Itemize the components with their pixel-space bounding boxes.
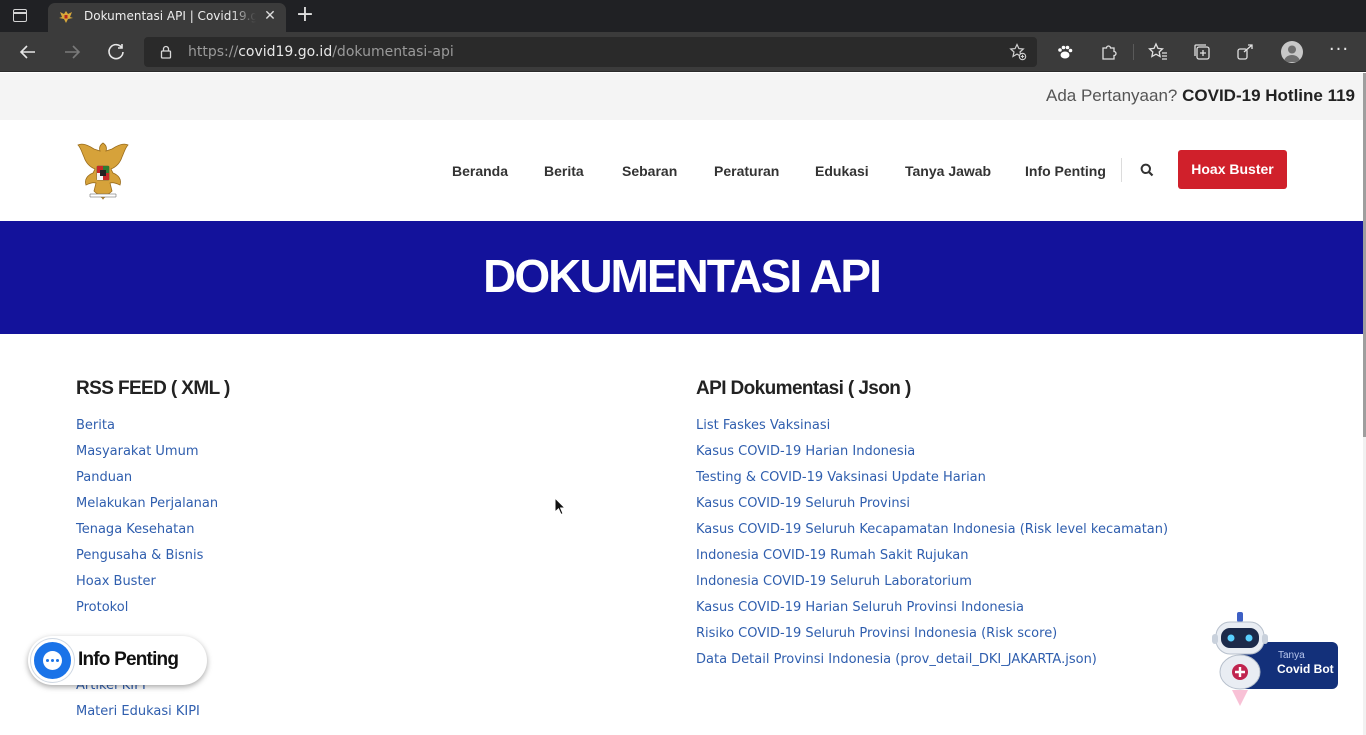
site-header: Beranda Berita Sebaran Peraturan Edukasi… <box>0 120 1363 221</box>
page-title: DOKUMENTASI API <box>483 250 882 302</box>
address-bar[interactable]: https://covid19.go.id/dokumentasi-api <box>144 37 1037 67</box>
profile-icon[interactable] <box>1281 41 1303 63</box>
top-info-bar: Ada Pertanyaan? COVID-19 Hotline 119 <box>0 73 1363 120</box>
favorites-icon[interactable] <box>1148 42 1168 62</box>
tab-title: Dokumentasi API | Covid19.go.id <box>84 9 256 23</box>
rss-link-melakukan-perjalanan[interactable]: Melakukan Perjalanan <box>76 496 230 522</box>
nav-tanya-jawab[interactable]: Tanya Jawab <box>905 163 991 179</box>
rss-link-protokol[interactable]: Protokol <box>76 600 230 626</box>
info-penting-label: Info Penting <box>78 649 179 670</box>
covid-bot-widget[interactable]: Tanya Covid Bot <box>1208 610 1340 714</box>
api-link-kasus-provinsi[interactable]: Kasus COVID-19 Seluruh Provinsi <box>696 496 1168 522</box>
browser-toolbar: https://covid19.go.id/dokumentasi-api ··… <box>0 32 1366 72</box>
rss-link-masyarakat-umum[interactable]: Masyarakat Umum <box>76 444 230 470</box>
api-link-harian-provinsi[interactable]: Kasus COVID-19 Harian Seluruh Provinsi I… <box>696 600 1168 626</box>
more-icon[interactable]: ··· <box>1328 40 1350 62</box>
nav-info-penting[interactable]: Info Penting <box>1025 163 1106 179</box>
forward-icon[interactable] <box>60 40 84 64</box>
refresh-icon[interactable] <box>104 40 128 64</box>
nav-peraturan[interactable]: Peraturan <box>714 163 779 179</box>
close-icon[interactable]: ✕ <box>262 8 278 24</box>
rss-feed-heading: RSS FEED ( XML ) <box>76 378 230 399</box>
hoax-buster-button[interactable]: Hoax Buster <box>1178 150 1287 189</box>
info-penting-widget[interactable]: Info Penting <box>28 636 207 685</box>
hotline-number[interactable]: COVID-19 Hotline 119 <box>1182 86 1355 105</box>
browser-tab[interactable]: Dokumentasi API | Covid19.go.id ✕ <box>48 3 286 32</box>
browser-tab-strip: Dokumentasi API | Covid19.go.id ✕ + <box>0 0 1366 32</box>
nav-beranda[interactable]: Beranda <box>452 163 508 179</box>
extensions-icon[interactable] <box>1099 42 1119 62</box>
api-link-list: List Faskes Vaksinasi Kasus COVID-19 Har… <box>696 418 1168 678</box>
nav-berita[interactable]: Berita <box>544 163 584 179</box>
plus-icon[interactable]: + <box>294 4 316 27</box>
api-link-risiko-provinsi[interactable]: Risiko COVID-19 Seluruh Provinsi Indones… <box>696 626 1168 652</box>
web-page: Ada Pertanyaan? COVID-19 Hotline 119 Ber… <box>0 73 1363 735</box>
api-docs-heading: API Dokumentasi ( Json ) <box>696 378 911 399</box>
toolbar-separator <box>1133 44 1134 60</box>
api-link-faskes-vaksinasi[interactable]: List Faskes Vaksinasi <box>696 418 1168 444</box>
nav-edukasi[interactable]: Edukasi <box>815 163 869 179</box>
api-link-testing-vaksinasi[interactable]: Testing & COVID-19 Vaksinasi Update Hari… <box>696 470 1168 496</box>
covid-bot-small-label: Tanya <box>1278 650 1305 661</box>
api-docs-section: API Dokumentasi ( Json ) List Faskes Vak… <box>696 378 1168 678</box>
tab-actions-icon[interactable] <box>12 7 30 25</box>
back-icon[interactable] <box>16 40 40 64</box>
rss-link-materi-edukasi-kipi[interactable]: Materi Edukasi KIPI <box>76 704 230 730</box>
share-icon[interactable] <box>1236 42 1256 62</box>
rss-link-berita[interactable]: Berita <box>76 418 230 444</box>
favicon-garuda-icon <box>59 11 73 23</box>
garuda-pancasila-logo[interactable] <box>76 139 130 201</box>
api-link-kasus-harian[interactable]: Kasus COVID-19 Harian Indonesia <box>696 444 1168 470</box>
add-favorite-icon[interactable] <box>1009 43 1027 61</box>
api-link-detail-provinsi[interactable]: Data Detail Provinsi Indonesia (prov_det… <box>696 652 1168 678</box>
extension-paw-icon[interactable] <box>1055 42 1075 62</box>
rss-link-pengusaha-bisnis[interactable]: Pengusaha & Bisnis <box>76 548 230 574</box>
chat-dots-icon <box>31 639 74 682</box>
api-link-rumah-sakit[interactable]: Indonesia COVID-19 Rumah Sakit Rujukan <box>696 548 1168 574</box>
hotline-text: Ada Pertanyaan? COVID-19 Hotline 119 <box>1045 86 1355 105</box>
lock-icon[interactable] <box>158 44 174 60</box>
nav-sebaran[interactable]: Sebaran <box>622 163 677 179</box>
mouse-cursor-icon <box>554 497 566 516</box>
page-banner: DOKUMENTASI API <box>0 221 1363 334</box>
search-icon[interactable] <box>1140 163 1154 177</box>
nav-divider <box>1121 158 1122 182</box>
robot-icon <box>1212 612 1268 706</box>
api-link-laboratorium[interactable]: Indonesia COVID-19 Seluruh Laboratorium <box>696 574 1168 600</box>
rss-link-hoax-buster[interactable]: Hoax Buster <box>76 574 230 600</box>
url-text: https://covid19.go.id/dokumentasi-api <box>188 44 454 60</box>
collections-icon[interactable] <box>1192 42 1212 62</box>
rss-link-tenaga-kesehatan[interactable]: Tenaga Kesehatan <box>76 522 230 548</box>
api-link-kasus-kecamatan[interactable]: Kasus COVID-19 Seluruh Kecapamatan Indon… <box>696 522 1168 548</box>
rss-link-panduan[interactable]: Panduan <box>76 470 230 496</box>
covid-bot-label: Covid Bot <box>1277 662 1334 676</box>
